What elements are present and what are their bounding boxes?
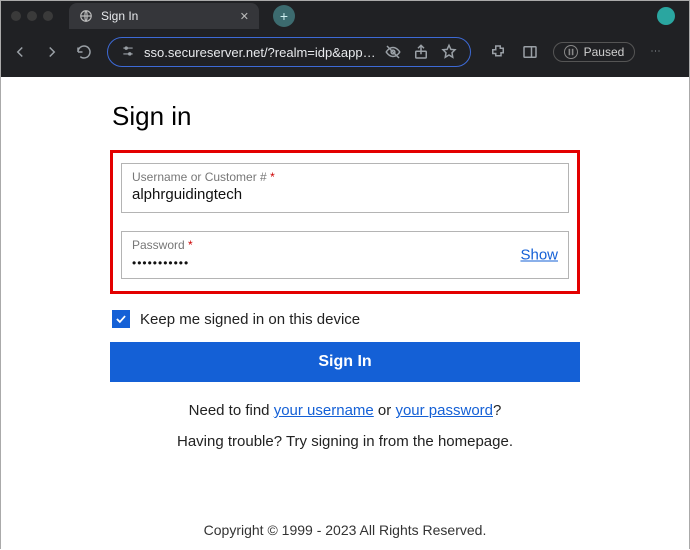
page-content: Sign in Username or Customer # * Passwor… [1, 77, 689, 550]
window-maximize-icon[interactable] [43, 11, 53, 21]
password-masked-value: ••••••••••• [132, 252, 189, 270]
titlebar: Sign In ✕ + [1, 1, 689, 31]
paused-label: Paused [584, 45, 625, 59]
keep-signed-label: Keep me signed in on this device [140, 311, 360, 328]
side-panel-icon[interactable] [521, 43, 539, 61]
reload-icon[interactable] [75, 43, 93, 61]
check-icon [114, 312, 128, 326]
sign-in-button[interactable]: Sign In [110, 342, 580, 382]
trouble-text: Having trouble? Try signing in from the … [110, 433, 580, 450]
forward-icon[interactable] [43, 43, 61, 61]
toolbar-right: Paused ⋮ [489, 42, 661, 62]
show-password-link[interactable]: Show [520, 247, 558, 264]
pause-badge-icon [564, 45, 578, 59]
copyright-footer: Copyright © 1999 - 2023 All Rights Reser… [1, 522, 689, 550]
close-icon[interactable]: ✕ [240, 10, 249, 23]
window-controls [11, 11, 53, 21]
find-username-link[interactable]: your username [274, 402, 374, 419]
find-credentials-helper: Need to find your username or your passw… [110, 402, 580, 419]
password-label: Password * [132, 238, 558, 252]
page-title: Sign in [110, 101, 580, 132]
back-icon[interactable] [11, 43, 29, 61]
credentials-highlight: Username or Customer # * Password * ••••… [110, 150, 580, 294]
share-icon[interactable] [412, 43, 430, 61]
username-label: Username or Customer # * [132, 170, 558, 184]
password-field[interactable]: Password * ••••••••••• Show [121, 231, 569, 279]
browser-toolbar: sso.secureserver.net/?realm=idp&app… [1, 31, 689, 77]
required-mark: * [270, 170, 275, 184]
browser-chrome: Sign In ✕ + sso.secureserver.net/?realm=… [1, 1, 689, 77]
address-actions [384, 43, 458, 61]
extensions-icon[interactable] [489, 43, 507, 61]
address-bar[interactable]: sso.secureserver.net/?realm=idp&app… [107, 37, 471, 67]
username-field[interactable]: Username or Customer # * [121, 163, 569, 213]
browser-tab[interactable]: Sign In ✕ [69, 3, 259, 29]
url-text: sso.secureserver.net/?realm=idp&app… [144, 45, 376, 60]
window-minimize-icon[interactable] [27, 11, 37, 21]
profile-avatar[interactable] [657, 7, 675, 25]
new-tab-button[interactable]: + [273, 5, 295, 27]
username-input[interactable] [132, 184, 558, 203]
tab-title: Sign In [101, 9, 138, 23]
kebab-menu-icon[interactable]: ⋮ [649, 46, 660, 58]
eye-off-icon[interactable] [384, 43, 402, 61]
profile-paused-button[interactable]: Paused [553, 42, 636, 62]
window-close-icon[interactable] [11, 11, 21, 21]
signin-card: Sign in Username or Customer # * Passwor… [110, 101, 580, 450]
keep-signed-row[interactable]: Keep me signed in on this device [112, 310, 580, 328]
required-mark: * [188, 238, 193, 252]
bookmark-star-icon[interactable] [440, 43, 458, 61]
globe-icon [79, 9, 93, 23]
find-password-link[interactable]: your password [395, 402, 493, 419]
keep-signed-checkbox[interactable] [112, 310, 130, 328]
site-controls-icon[interactable] [120, 44, 136, 61]
